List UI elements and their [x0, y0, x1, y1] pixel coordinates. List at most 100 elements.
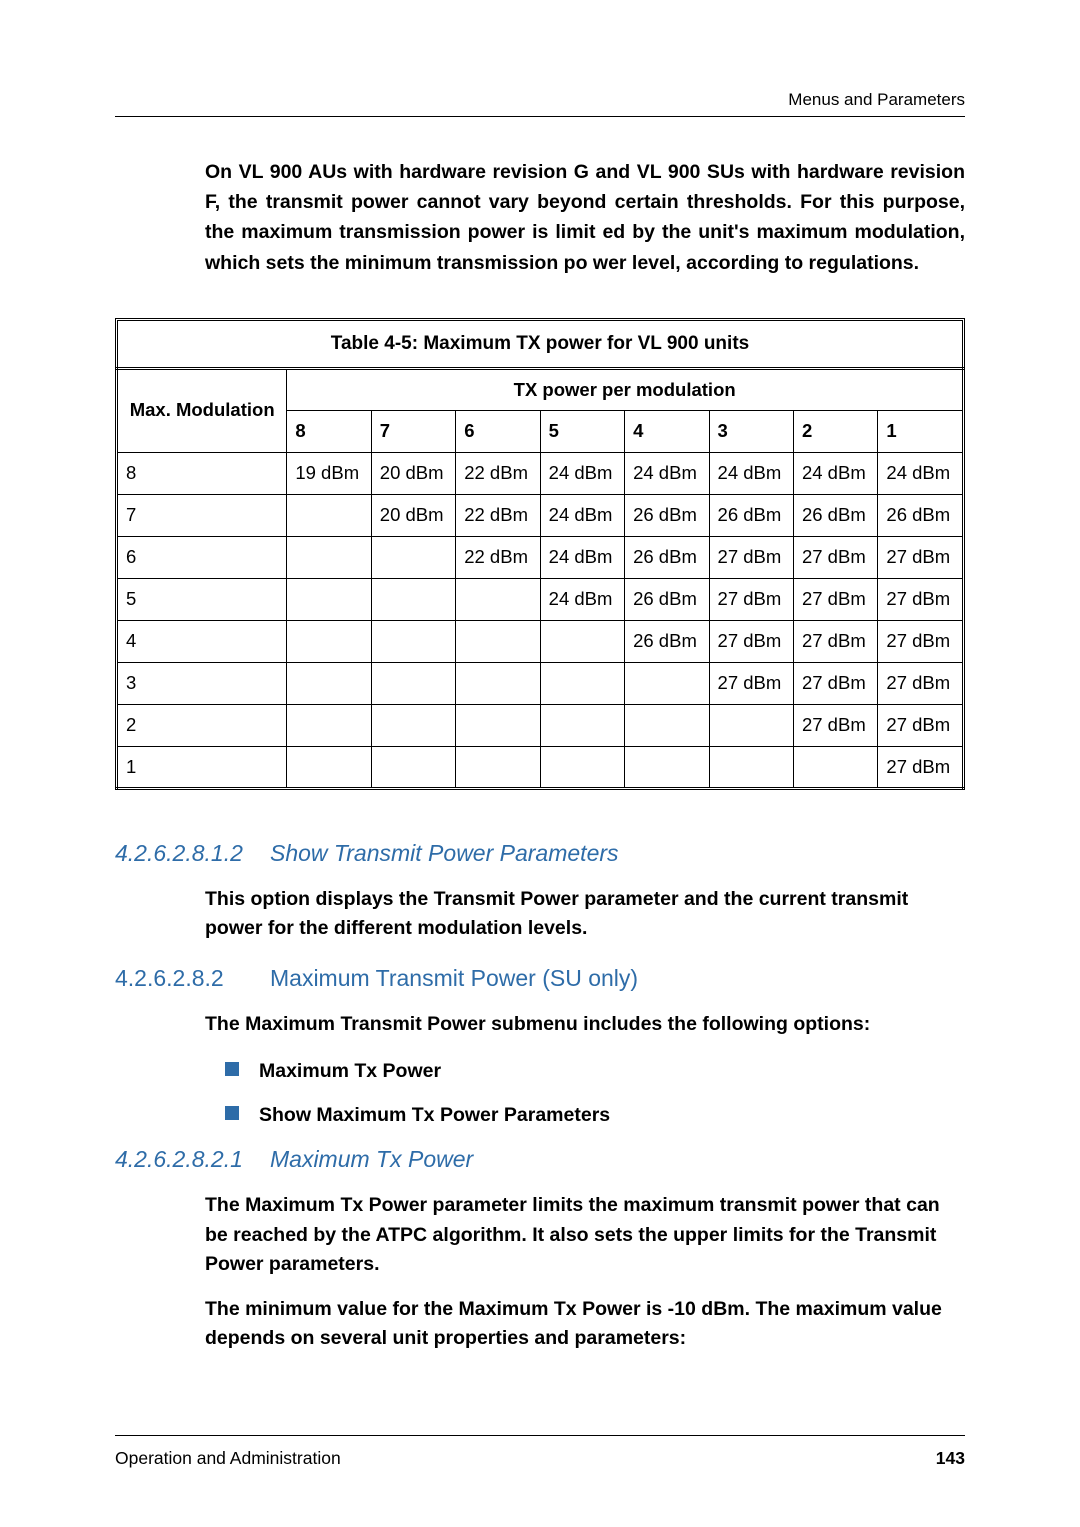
- col-header: 2: [793, 410, 877, 452]
- table-cell: [371, 662, 455, 704]
- table-cell: [287, 704, 371, 746]
- table-cell: [456, 578, 540, 620]
- table-cell: 27 dBm: [709, 536, 793, 578]
- col-header: 5: [540, 410, 624, 452]
- table-row: 622 dBm24 dBm26 dBm27 dBm27 dBm27 dBm: [117, 536, 964, 578]
- table-cell: [540, 704, 624, 746]
- table-cell: [371, 578, 455, 620]
- table-row: 524 dBm26 dBm27 dBm27 dBm27 dBm: [117, 578, 964, 620]
- row-header: 8: [117, 452, 287, 494]
- table-cell: [456, 746, 540, 788]
- table-cell: [540, 746, 624, 788]
- col-header: 4: [625, 410, 709, 452]
- table-cell: 26 dBm: [709, 494, 793, 536]
- section-number: 4.2.6.2.8.2: [115, 965, 270, 992]
- table-cell: [456, 662, 540, 704]
- header-rule: [115, 116, 965, 117]
- section-number: 4.2.6.2.8.1.2: [115, 840, 270, 867]
- table-cell: 19 dBm: [287, 452, 371, 494]
- heading-max-tx-power: 4.2.6.2.8.2.1Maximum Tx Power: [115, 1146, 965, 1173]
- page-number: 143: [936, 1448, 965, 1469]
- table-cell: 24 dBm: [793, 452, 877, 494]
- footer-text: Operation and Administration: [115, 1448, 341, 1469]
- table-cell: 24 dBm: [625, 452, 709, 494]
- paragraph: The Maximum Tx Power parameter limits th…: [205, 1191, 965, 1279]
- row-header: 6: [117, 536, 287, 578]
- table-cell: [625, 704, 709, 746]
- table-cell: 24 dBm: [540, 536, 624, 578]
- table-cell: 27 dBm: [878, 662, 964, 704]
- table-cell: [371, 536, 455, 578]
- table-cell: 27 dBm: [709, 620, 793, 662]
- section-title: Maximum Tx Power: [270, 1146, 473, 1172]
- table-cell: 26 dBm: [625, 620, 709, 662]
- table-cell: [540, 662, 624, 704]
- table-cell: 27 dBm: [878, 620, 964, 662]
- table-row: 227 dBm27 dBm: [117, 704, 964, 746]
- section-title: Show Transmit Power Parameters: [270, 840, 619, 866]
- section-number: 4.2.6.2.8.2.1: [115, 1146, 270, 1173]
- footer-rule: [115, 1435, 965, 1436]
- heading-show-tx-params: 4.2.6.2.8.1.2Show Transmit Power Paramet…: [115, 840, 965, 867]
- table-cell: 22 dBm: [456, 452, 540, 494]
- table-row: 426 dBm27 dBm27 dBm27 dBm: [117, 620, 964, 662]
- table-cell: 20 dBm: [371, 494, 455, 536]
- table-cell: 26 dBm: [625, 578, 709, 620]
- col-header: 3: [709, 410, 793, 452]
- table-cell: 20 dBm: [371, 452, 455, 494]
- table-cell: [625, 746, 709, 788]
- table-cell: 26 dBm: [793, 494, 877, 536]
- col-header-maxmod: Max. Modulation: [117, 368, 287, 452]
- submenu-options-list: Maximum Tx Power Show Maximum Tx Power P…: [225, 1058, 965, 1129]
- table-cell: 24 dBm: [540, 578, 624, 620]
- table-cell: [287, 578, 371, 620]
- table-cell: [456, 620, 540, 662]
- table-cell: 24 dBm: [709, 452, 793, 494]
- row-header: 4: [117, 620, 287, 662]
- running-header: Menus and Parameters: [115, 90, 965, 110]
- table-cell: 26 dBm: [878, 494, 964, 536]
- table-cell: 27 dBm: [878, 578, 964, 620]
- tx-power-table: Table 4-5: Maximum TX power for VL 900 u…: [115, 318, 965, 790]
- table-cell: 24 dBm: [540, 494, 624, 536]
- table-cell: 22 dBm: [456, 536, 540, 578]
- table-cell: 27 dBm: [793, 578, 877, 620]
- table-row: 127 dBm: [117, 746, 964, 788]
- col-header-span: TX power per modulation: [287, 368, 964, 410]
- col-header: 1: [878, 410, 964, 452]
- table-cell: [287, 494, 371, 536]
- table-cell: [287, 536, 371, 578]
- paragraph: The Maximum Transmit Power submenu inclu…: [205, 1010, 965, 1039]
- table-cell: 27 dBm: [709, 662, 793, 704]
- table-cell: 27 dBm: [793, 536, 877, 578]
- row-header: 3: [117, 662, 287, 704]
- list-item: Maximum Tx Power: [225, 1058, 965, 1084]
- table-row: 327 dBm27 dBm27 dBm: [117, 662, 964, 704]
- table-cell: 24 dBm: [540, 452, 624, 494]
- table-cell: 27 dBm: [878, 746, 964, 788]
- list-item: Show Maximum Tx Power Parameters: [225, 1102, 965, 1128]
- col-header: 7: [371, 410, 455, 452]
- table-cell: [709, 746, 793, 788]
- table-cell: 27 dBm: [878, 704, 964, 746]
- table-cell: 27 dBm: [709, 578, 793, 620]
- table-cell: 24 dBm: [878, 452, 964, 494]
- table-cell: [371, 746, 455, 788]
- row-header: 5: [117, 578, 287, 620]
- table-row: 720 dBm22 dBm24 dBm26 dBm26 dBm26 dBm26 …: [117, 494, 964, 536]
- row-header: 2: [117, 704, 287, 746]
- table-cell: [371, 620, 455, 662]
- col-header: 6: [456, 410, 540, 452]
- table-cell: 26 dBm: [625, 494, 709, 536]
- intro-paragraph: On VL 900 AUs with hardware revision G a…: [205, 157, 965, 278]
- row-header: 7: [117, 494, 287, 536]
- table-cell: 27 dBm: [878, 536, 964, 578]
- table-cell: [625, 662, 709, 704]
- table-cell: [287, 746, 371, 788]
- table-cell: 27 dBm: [793, 662, 877, 704]
- table-cell: 22 dBm: [456, 494, 540, 536]
- table-cell: [793, 746, 877, 788]
- table-caption: Table 4-5: Maximum TX power for VL 900 u…: [115, 318, 965, 367]
- table-cell: 26 dBm: [625, 536, 709, 578]
- heading-max-tx-power-su: 4.2.6.2.8.2Maximum Transmit Power (SU on…: [115, 965, 965, 992]
